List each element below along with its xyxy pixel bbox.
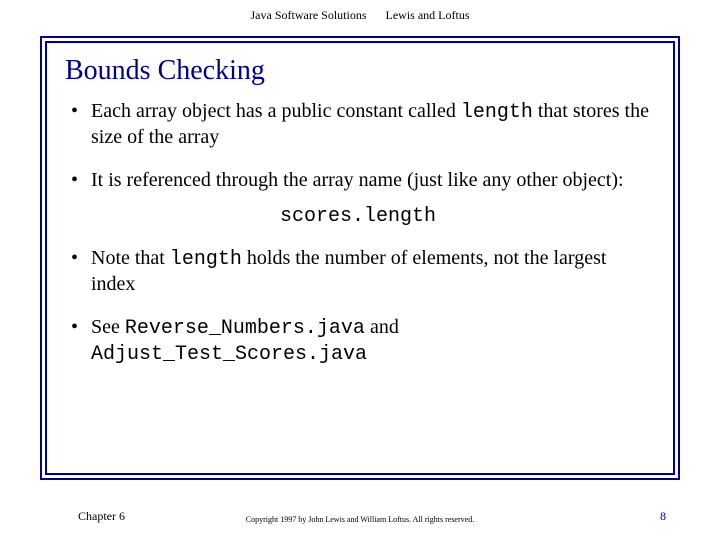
slide-outer-border: Bounds Checking Each array object has a … [40,36,680,480]
header-book: Java Software Solutions [251,8,367,23]
footer-page: 8 [660,509,666,524]
bullet-1: Each array object has a public constant … [65,99,651,150]
header: Java Software Solutions Lewis and Loftus [0,8,720,23]
slide-inner-border: Bounds Checking Each array object has a … [45,41,675,475]
slide-title: Bounds Checking [65,55,651,87]
footer-copyright: Copyright 1997 by John Lewis and William… [0,515,720,524]
code-example: scores.length [65,205,651,228]
bullet-list: Each array object has a public constant … [65,99,651,193]
bullet-2: It is referenced through the array name … [65,168,651,193]
bullet-list-2: Note that length holds the number of ele… [65,246,651,367]
bullet-4: See Reverse_Numbers.java and Adjust_Test… [65,315,651,367]
bullet-3: Note that length holds the number of ele… [65,246,651,297]
header-authors: Lewis and Loftus [386,8,470,23]
